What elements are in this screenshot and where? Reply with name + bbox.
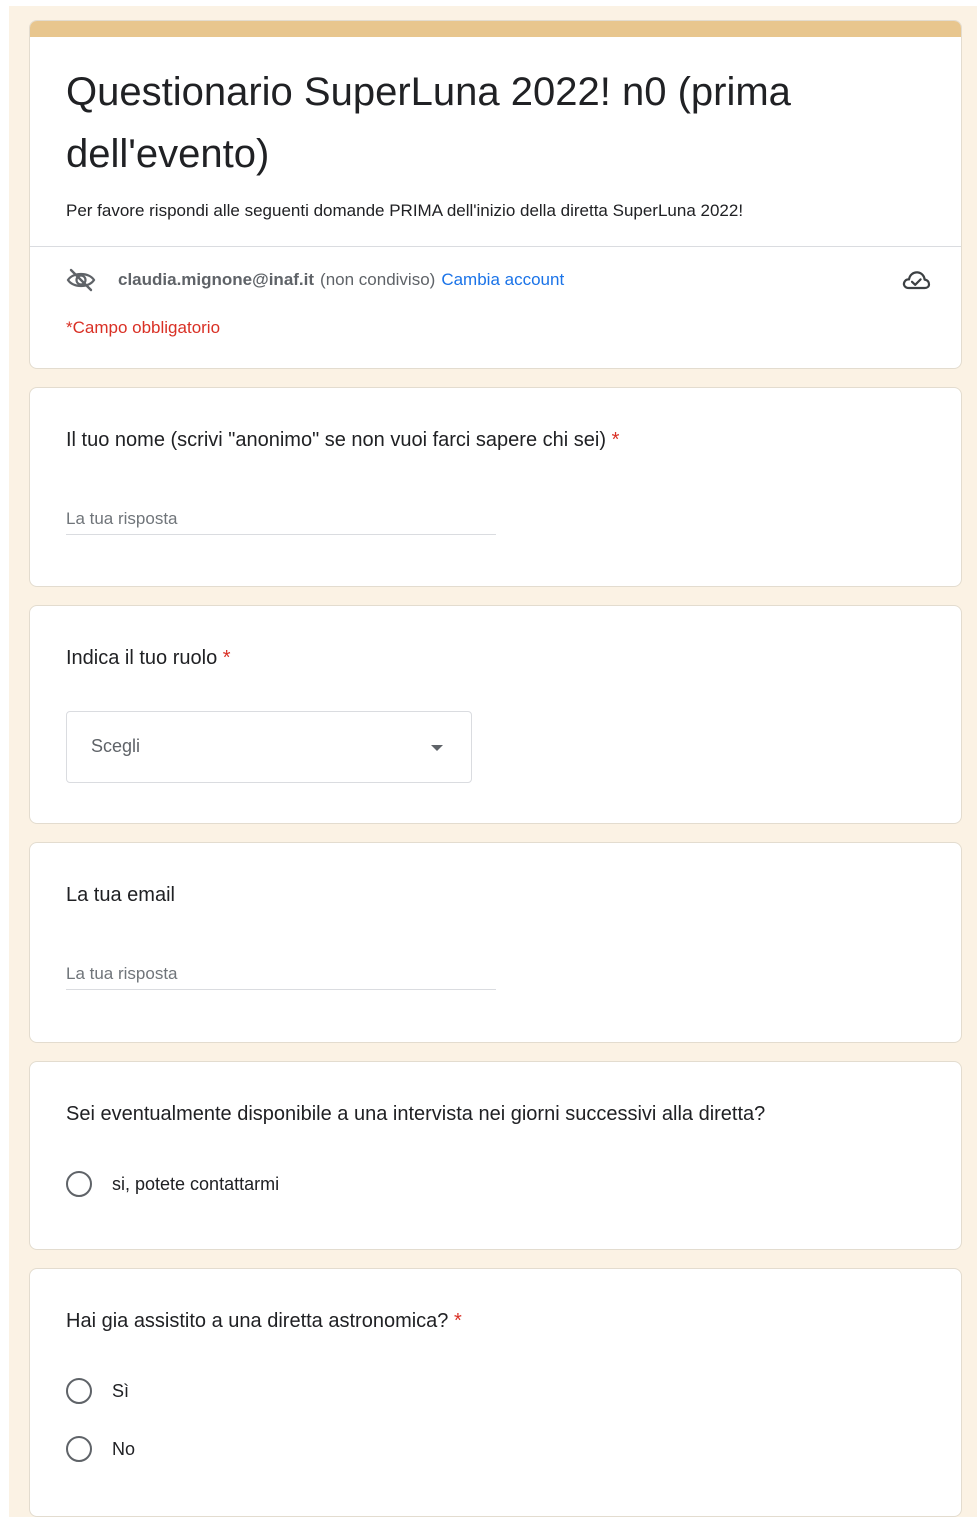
question-text: Il tuo nome (scrivi "anonimo" se non vuo… [66,429,606,451]
question-card-interview: Sei eventualmente disponibile a una inte… [29,1061,962,1250]
header-accent-bar [30,21,961,37]
radio-option-yes[interactable]: Sì [66,1376,129,1406]
required-field-note: *Campo obbligatorio [66,318,221,337]
cloud-done-icon [902,271,931,290]
account-email: claudia.mignone@inaf.it [118,270,315,289]
question-label-email: La tua email [66,884,175,907]
eye-off-icon [66,268,96,292]
question-text: Indica il tuo ruolo [66,647,218,669]
radio-label: si, potete contattarmi [112,1173,280,1194]
radio-button[interactable] [66,1436,92,1462]
header-divider [30,246,961,247]
role-dropdown-value: Scegli [91,736,141,756]
question-label-role: Indica il tuo ruolo * [66,647,231,670]
not-shared-label: (non condiviso) [320,270,436,289]
question-card-name: Il tuo nome (scrivi "anonimo" se non vuo… [29,387,962,587]
question-card-attended: Hai gia assistito a una diretta astronom… [29,1268,962,1517]
radio-label: No [112,1438,136,1459]
form-header-card: Questionario SuperLuna 2022! n0 (prima d… [29,20,962,369]
radio-button[interactable] [66,1171,92,1197]
radio-label: Sì [112,1380,130,1401]
question-label-attended: Hai gia assistito a una diretta astronom… [66,1310,462,1333]
question-text: Hai gia assistito a una diretta astronom… [66,1310,449,1332]
question-label-name: Il tuo nome (scrivi "anonimo" se non vuo… [66,429,619,452]
role-dropdown[interactable]: Scegli [66,711,472,783]
account-row: claudia.mignone@inaf.it (non condiviso) … [66,267,926,293]
name-input[interactable] [66,504,496,535]
question-text: Sei eventualmente disponibile a una inte… [66,1103,766,1125]
radio-option-contact-me[interactable]: si, potete contattarmi [66,1169,279,1199]
radio-option-no[interactable]: No [66,1434,135,1464]
switch-account-link[interactable]: Cambia account [441,270,564,290]
caret-down-icon [431,745,443,751]
required-asterisk: * [222,647,231,669]
question-label-interview: Sei eventualmente disponibile a una inte… [66,1103,765,1126]
email-input[interactable] [66,959,496,990]
question-card-email: La tua email [29,842,962,1043]
form-description: Per favore rispondi alle seguenti domand… [66,201,744,220]
question-text: La tua email [66,884,175,906]
form-title: Questionario SuperLuna 2022! n0 (prima d… [66,70,791,176]
required-asterisk: * [611,429,620,451]
radio-button[interactable] [66,1378,92,1404]
required-asterisk: * [453,1310,462,1332]
